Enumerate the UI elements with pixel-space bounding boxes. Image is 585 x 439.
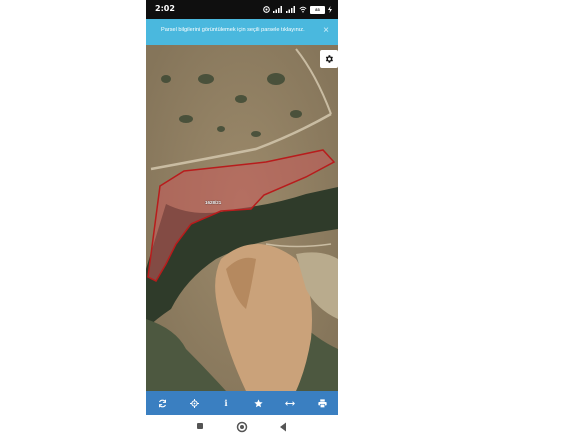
refresh-icon [158, 399, 166, 407]
locate-button[interactable] [184, 393, 204, 413]
home-icon[interactable] [236, 421, 248, 433]
satellite-map[interactable]: Parsel bilgilerini görüntülemek için seç… [146, 19, 338, 391]
measure-button[interactable] [280, 393, 300, 413]
signal-icon [273, 6, 282, 13]
notification-icon [263, 6, 270, 13]
battery-icon: 83 [310, 5, 325, 14]
system-nav-bar [146, 415, 338, 439]
banner-message: Parsel bilgilerini görüntülemek için seç… [161, 27, 305, 33]
status-bar: 2:02 83 [146, 0, 338, 19]
parcel-label[interactable]: 1628/21 [205, 200, 221, 205]
charging-icon [328, 6, 332, 13]
favorites-button[interactable] [248, 393, 268, 413]
measure-icon [285, 400, 295, 406]
phone-screen: 2:02 83 Parsel bilgilerini görüntülemek … [146, 0, 338, 439]
recent-apps-icon[interactable] [196, 421, 204, 433]
signal-icon-2 [286, 6, 295, 13]
info-button[interactable]: i [216, 393, 236, 413]
status-icons: 83 [263, 5, 332, 14]
settings-button[interactable] [320, 50, 338, 68]
map-imagery[interactable] [146, 19, 338, 391]
wifi-icon [299, 6, 307, 13]
star-icon [253, 398, 263, 407]
print-icon [317, 398, 327, 408]
status-time: 2:02 [155, 4, 175, 13]
info-banner: Parsel bilgilerini görüntülemek için seç… [146, 19, 338, 45]
back-icon[interactable] [279, 421, 287, 433]
bottom-toolbar: i [146, 391, 338, 415]
info-icon: i [224, 398, 228, 408]
refresh-button[interactable] [152, 393, 172, 413]
print-button[interactable] [312, 393, 332, 413]
gear-icon [325, 55, 333, 63]
close-icon[interactable]: × [320, 25, 332, 37]
locate-icon [189, 398, 199, 408]
